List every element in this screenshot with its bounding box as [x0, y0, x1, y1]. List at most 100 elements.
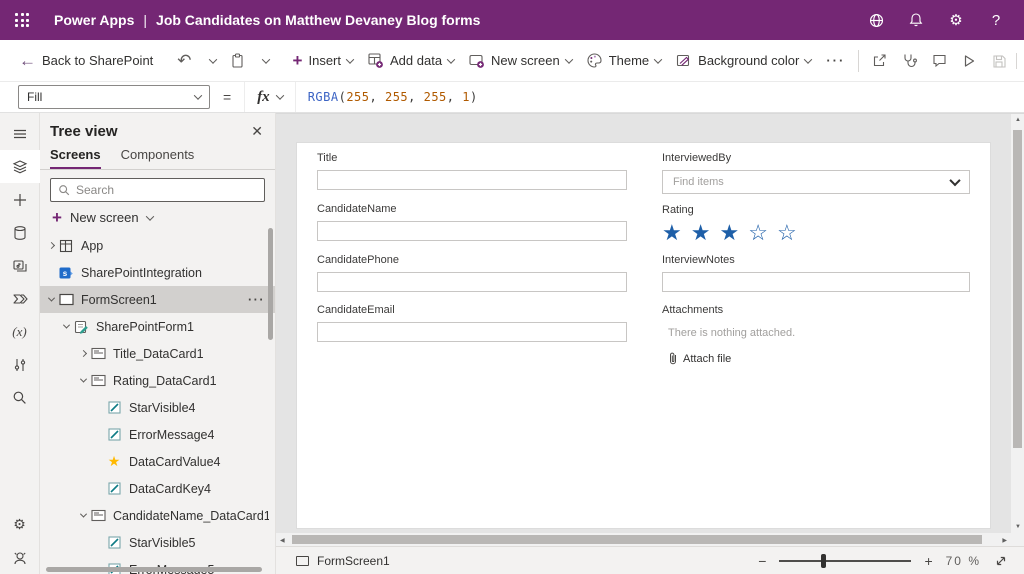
menu-icon[interactable]	[0, 117, 40, 150]
publish-dropdown[interactable]	[1019, 46, 1024, 76]
interviewedby-combobox[interactable]: Find items	[662, 170, 970, 194]
scrollbar-thumb[interactable]	[292, 535, 982, 544]
undo-dropdown[interactable]	[203, 46, 223, 76]
chevron-down-icon[interactable]	[79, 376, 86, 383]
tree-item-sharepointform1[interactable]: SharePointForm1	[40, 313, 275, 340]
tree-item-starvisible4[interactable]: StarVisible4	[40, 394, 275, 421]
canvas-horizontal-scrollbar[interactable]: ◀ ▶	[276, 533, 1011, 546]
datacard-icon	[90, 373, 106, 389]
close-icon[interactable]: ✕	[251, 123, 263, 140]
background-color-menu[interactable]: Background color	[668, 46, 818, 76]
help-icon[interactable]: ?	[976, 0, 1016, 40]
scroll-up-icon[interactable]: ▲	[1015, 117, 1021, 123]
chevron-down-icon[interactable]	[62, 322, 69, 329]
zoom-in-button[interactable]: +	[924, 553, 932, 569]
add-data-menu[interactable]: Add data	[360, 46, 461, 76]
tree-view-icon[interactable]	[0, 150, 40, 183]
chevron-down-icon	[346, 55, 354, 63]
chevron-right-icon[interactable]	[79, 350, 86, 357]
title-input[interactable]	[317, 170, 627, 190]
tree-item-datacardkey4[interactable]: DataCardKey4	[40, 475, 275, 502]
tree-item-formscreen1[interactable]: FormScreen1 ···	[40, 286, 275, 313]
current-screen-name[interactable]: FormScreen1	[317, 554, 390, 568]
zoom-slider-handle[interactable]	[821, 554, 826, 568]
label-control-icon	[106, 481, 122, 497]
variables-icon[interactable]: (x)	[0, 315, 40, 348]
tree-item-errormessage4[interactable]: ErrorMessage4	[40, 421, 275, 448]
tree-vertical-scrollbar[interactable]	[268, 228, 273, 340]
assistant-icon[interactable]	[0, 541, 40, 574]
tree-item-candidatename-datacard1[interactable]: CandidateName_DataCard1	[40, 502, 275, 529]
star-empty-icon[interactable]	[777, 222, 797, 244]
app-name[interactable]: Power Apps	[54, 12, 134, 28]
chevron-down-icon[interactable]	[79, 511, 86, 518]
zoom-out-button[interactable]: −	[758, 553, 766, 569]
environment-icon[interactable]	[856, 0, 896, 40]
tree-item-datacardvalue4[interactable]: ★ DataCardValue4	[40, 448, 275, 475]
chevron-down-icon[interactable]	[47, 295, 54, 302]
item-more-button[interactable]: ···	[248, 293, 269, 307]
app-checker-icon[interactable]	[894, 46, 924, 76]
tree-item-title-datacard1[interactable]: Title_DataCard1	[40, 340, 275, 367]
scrollbar-thumb[interactable]	[1013, 130, 1022, 448]
scroll-down-icon[interactable]: ▼	[1015, 524, 1021, 530]
tab-screens[interactable]: Screens	[50, 147, 101, 169]
scroll-left-icon[interactable]: ◀	[280, 537, 285, 544]
search-icon[interactable]	[0, 381, 40, 414]
interviewnotes-input[interactable]	[662, 272, 970, 292]
comments-icon[interactable]	[924, 46, 954, 76]
canvas-vertical-scrollbar[interactable]: ▲ ▼	[1011, 114, 1024, 533]
share-icon[interactable]	[864, 46, 894, 76]
fx-menu[interactable]: fx	[244, 82, 296, 112]
fullscreen-icon[interactable]	[994, 554, 1008, 568]
tree-horizontal-scrollbar[interactable]	[46, 567, 262, 572]
attach-file-button[interactable]: Attach file	[668, 352, 970, 365]
tab-components[interactable]: Components	[121, 147, 195, 169]
scroll-right-icon[interactable]: ▶	[1002, 537, 1007, 544]
data-icon[interactable]	[0, 216, 40, 249]
new-screen-menu[interactable]: New screen	[461, 46, 579, 76]
field-candidatephone: CandidatePhone	[317, 254, 627, 292]
candidateemail-input[interactable]	[317, 322, 627, 342]
rating-star-icon: ★	[106, 454, 122, 470]
power-automate-icon[interactable]	[0, 282, 40, 315]
back-to-sharepoint-button[interactable]: ← Back to SharePoint	[12, 46, 160, 76]
candidatename-input[interactable]	[317, 221, 627, 241]
search-input[interactable]	[76, 183, 257, 197]
form-screen-canvas[interactable]: Title CandidateName CandidatePhone Candi…	[297, 143, 990, 528]
waffle-menu-icon[interactable]	[0, 0, 44, 40]
tree-item-app[interactable]: App	[40, 232, 275, 259]
field-attachments: Attachments There is nothing attached. A…	[662, 304, 970, 365]
settings-icon[interactable]: ⚙	[0, 508, 40, 541]
star-filled-icon[interactable]	[662, 222, 682, 244]
new-screen-button[interactable]: + New screen	[40, 202, 275, 232]
rating-stars[interactable]	[662, 222, 970, 244]
theme-menu[interactable]: Theme	[579, 46, 668, 76]
zoom-value: 70	[946, 554, 963, 568]
media-icon[interactable]	[0, 249, 40, 282]
star-filled-icon[interactable]	[719, 222, 739, 244]
candidatephone-input[interactable]	[317, 272, 627, 292]
star-empty-icon[interactable]	[748, 222, 768, 244]
insert-menu[interactable]: + Insert	[286, 46, 360, 76]
notifications-icon[interactable]	[896, 0, 936, 40]
save-icon[interactable]	[984, 46, 1014, 76]
property-selector[interactable]: Fill	[18, 85, 210, 109]
settings-icon[interactable]: ⚙	[936, 0, 976, 40]
label-control-icon	[106, 427, 122, 443]
advanced-tools-icon[interactable]	[0, 348, 40, 381]
star-filled-icon[interactable]	[691, 222, 711, 244]
zoom-slider[interactable]	[779, 560, 911, 562]
chevron-right-icon[interactable]	[47, 242, 54, 249]
tree-item-sharepointintegration[interactable]: s SharePointIntegration	[40, 259, 275, 286]
undo-button[interactable]: ↶	[170, 46, 198, 76]
formula-input[interactable]: RGBA(255, 255, 255, 1)	[308, 90, 478, 104]
tree-item-rating-datacard1[interactable]: Rating_DataCard1	[40, 367, 275, 394]
equals-sign: =	[223, 89, 231, 105]
tree-item-starvisible5[interactable]: StarVisible5	[40, 529, 275, 556]
paste-button[interactable]	[223, 46, 252, 76]
paste-dropdown[interactable]	[256, 46, 276, 76]
insert-icon[interactable]	[0, 183, 40, 216]
preview-play-icon[interactable]	[954, 46, 984, 76]
more-commands-button[interactable]: ···	[818, 53, 853, 68]
